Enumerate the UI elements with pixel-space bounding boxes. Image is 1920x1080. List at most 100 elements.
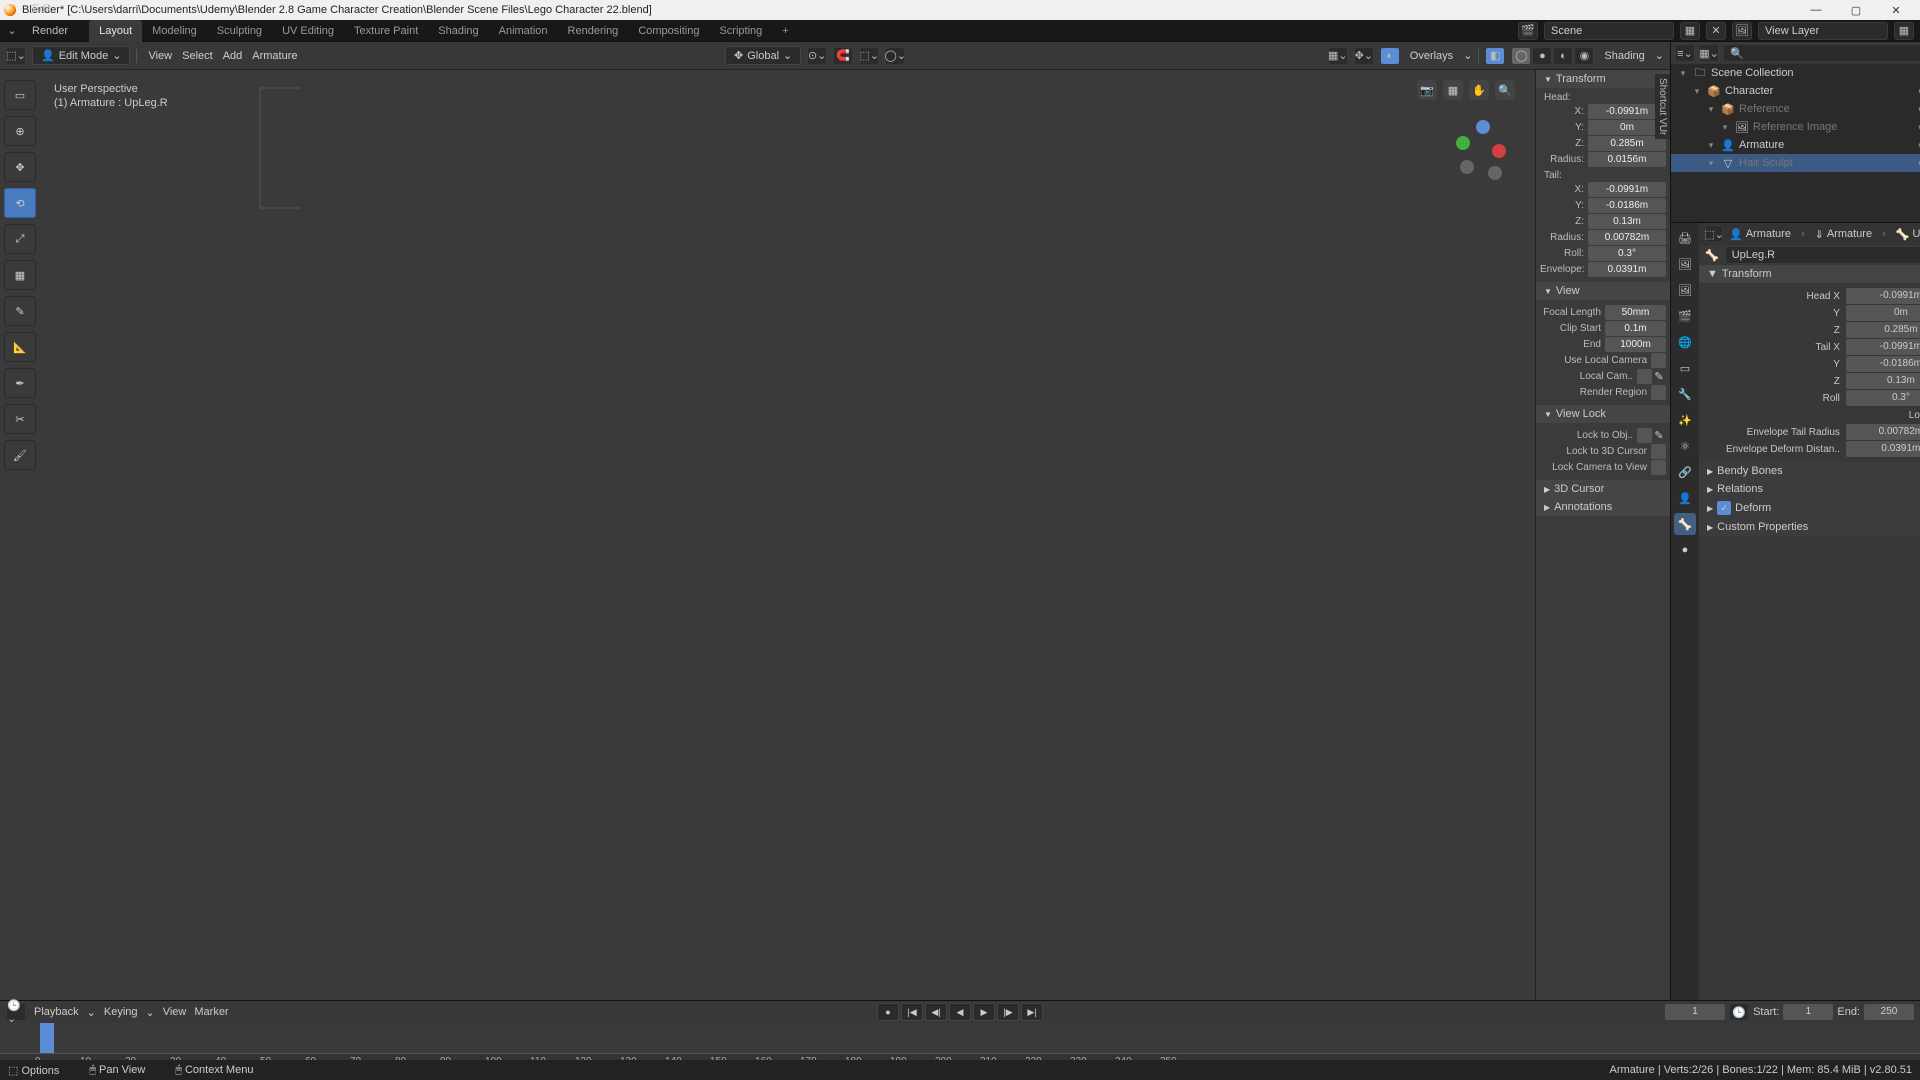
close-button[interactable]: ✕ [1876,0,1916,20]
grid-gizmo-icon[interactable]: ▦ [1443,80,1463,100]
editor-type-button[interactable]: ⬚⌄ [6,47,26,65]
viewport-menu-armature[interactable]: Armature [247,50,302,62]
workspace-tab-+[interactable]: + [772,20,798,42]
workspace-tab-scripting[interactable]: Scripting [709,20,772,42]
lockobj-field[interactable] [1637,428,1652,443]
annotate-tool[interactable]: ✎ [4,296,36,326]
keyframe-prev-button[interactable]: ◀| [925,1003,947,1021]
solid-shading-button[interactable]: ● [1532,47,1552,65]
localcam-checkbox[interactable] [1651,353,1666,368]
constraint-tab-icon[interactable]: 🔗 [1674,461,1696,483]
outliner-display-button[interactable]: ▦⌄ [1699,44,1719,62]
prop-field[interactable]: 0m [1846,305,1920,321]
viewport-menu-select[interactable]: Select [177,50,218,62]
focal-field[interactable]: 50mm [1605,305,1666,320]
viewlayer-field[interactable]: View Layer [1758,22,1888,40]
workspace-tab-texture-paint[interactable]: Texture Paint [344,20,428,42]
outliner-item[interactable]: ▾📦Character👁▭📷 [1671,82,1920,100]
autokey-button[interactable]: ● [877,1003,899,1021]
menu-render[interactable]: Render [24,20,79,42]
prop-field[interactable]: -0.0186m [1846,356,1920,372]
property-panel-custom-properties[interactable]: ▶Custom Properties [1699,518,1920,536]
n-transform-header[interactable]: ▼Transform [1536,70,1670,88]
cursor-tool[interactable]: ⊕ [4,116,36,146]
head-radius-field[interactable]: 0.0156m [1588,152,1666,167]
playhead[interactable] [40,1023,54,1053]
blender-menu-icon[interactable]: ⌄ [0,24,24,37]
particle-tab-icon[interactable]: ✨ [1674,409,1696,431]
move-tool[interactable]: ✥ [4,152,36,182]
workspace-tab-sculpting[interactable]: Sculpting [207,20,272,42]
outliner-item[interactable]: ▾▽Hair Sculpt👁▭📷 [1671,154,1920,172]
envelope-field[interactable]: 0.0391m [1588,262,1666,277]
axis-neg-icon[interactable] [1488,166,1502,180]
tail-x-field[interactable]: -0.0991m [1588,182,1666,197]
localcam-field[interactable] [1637,369,1652,384]
axis-x-icon[interactable] [1492,144,1506,158]
rendered-shading-button[interactable]: ◉ [1574,47,1594,65]
minimize-button[interactable]: — [1796,0,1836,20]
scene-new-button[interactable]: ✕ [1706,22,1726,40]
outliner-mode-button[interactable]: ≡⌄ [1675,44,1695,62]
overlays-label[interactable]: Overlays [1410,50,1453,62]
property-panel-deform[interactable]: ▶✓Deform [1699,498,1920,518]
axis-z-icon[interactable] [1476,120,1490,134]
keyframe-next-button[interactable]: |▶ [997,1003,1019,1021]
play-rev-button[interactable]: ◀ [949,1003,971,1021]
proportional-button[interactable]: ◯⌄ [885,47,905,65]
shading-label[interactable]: Shading [1604,50,1644,62]
breadcrumb-seg[interactable]: 🦴UpLeg.R [1896,228,1920,241]
prop-field[interactable]: 0.13m [1846,373,1920,389]
armature-tab-icon[interactable]: 👤 [1674,487,1696,509]
current-frame-field[interactable]: 1 [1665,1004,1725,1020]
bone-tab-icon[interactable]: 🦴 [1674,513,1696,535]
marker-menu[interactable]: Marker [194,1006,228,1018]
output-tab-icon[interactable]: 🖼 [1674,253,1696,275]
roll-tool[interactable]: 🖌 [4,440,36,470]
scene-icon[interactable]: 🎬 [1518,22,1538,40]
prop-field[interactable]: 0.00782m [1846,424,1920,440]
viewlayer-icon[interactable]: 🖼 [1732,22,1752,40]
xray-toggle-button[interactable]: ◧ [1485,47,1505,65]
gizmo-toggle-button[interactable]: ✥⌄ [1354,47,1374,65]
viewlayer-tab-icon[interactable]: 🖼 [1674,279,1696,301]
play-button[interactable]: ▶ [973,1003,995,1021]
tail-z-field[interactable]: 0.13m [1588,214,1666,229]
axis-y-icon[interactable] [1456,136,1470,150]
timeline-track[interactable] [0,1023,1920,1053]
prop-field[interactable]: -0.0991m [1846,288,1920,304]
n-3dcursor-header[interactable]: ▶3D Cursor [1536,480,1670,498]
transform-orientation-dropdown[interactable]: ✥Global⌄ [725,46,801,65]
workspace-tab-uv-editing[interactable]: UV Editing [272,20,344,42]
property-panel-relations[interactable]: ▶Relations [1699,480,1920,498]
bone-name-field[interactable]: UpLeg.R [1725,246,1920,264]
object-vis-button[interactable]: ▦⌄ [1328,47,1348,65]
modifier-tab-icon[interactable]: 🔧 [1674,383,1696,405]
viewport-menu-add[interactable]: Add [218,50,248,62]
timeline-mode-button[interactable]: 🕒⌄ [6,1003,26,1021]
view-menu[interactable]: View [163,1006,187,1018]
pivot-button[interactable]: ⊙⌄ [807,47,827,65]
transform-tool[interactable]: ▦ [4,260,36,290]
tail-radius-field[interactable]: 0.00782m [1588,230,1666,245]
outliner-scene-collection[interactable]: ▾🗀Scene Collection [1671,64,1920,82]
renderregion-checkbox[interactable] [1651,385,1666,400]
lookdev-shading-button[interactable]: ◐ [1553,47,1573,65]
workspace-tab-shading[interactable]: Shading [428,20,488,42]
prop-field[interactable]: 0.285m [1846,322,1920,338]
workspace-tab-compositing[interactable]: Compositing [628,20,709,42]
menu-edit[interactable]: Edit [24,0,79,20]
jump-start-button[interactable]: |◀ [901,1003,923,1021]
wireframe-shading-button[interactable]: ◯ [1511,47,1531,65]
lockcam-checkbox[interactable] [1651,460,1666,475]
clipend-field[interactable]: 1000m [1605,337,1666,352]
maximize-button[interactable]: ▢ [1836,0,1876,20]
render-tab-icon[interactable]: 🖨 [1674,227,1696,249]
3d-viewport[interactable]: ▭ ⊕ ✥ ⟲ ⤢ ▦ ✎ 📐 ✒ ✂ 🖌 User Perspective (… [0,70,1670,1040]
start-frame-field[interactable]: 1 [1783,1004,1833,1020]
n-annotations-header[interactable]: ▶Annotations [1536,498,1670,516]
select-tool[interactable]: ▭ [4,80,36,110]
scene-field[interactable]: Scene [1544,22,1674,40]
end-frame-field[interactable]: 250 [1864,1004,1914,1020]
keying-menu[interactable]: Keying [104,1006,138,1018]
